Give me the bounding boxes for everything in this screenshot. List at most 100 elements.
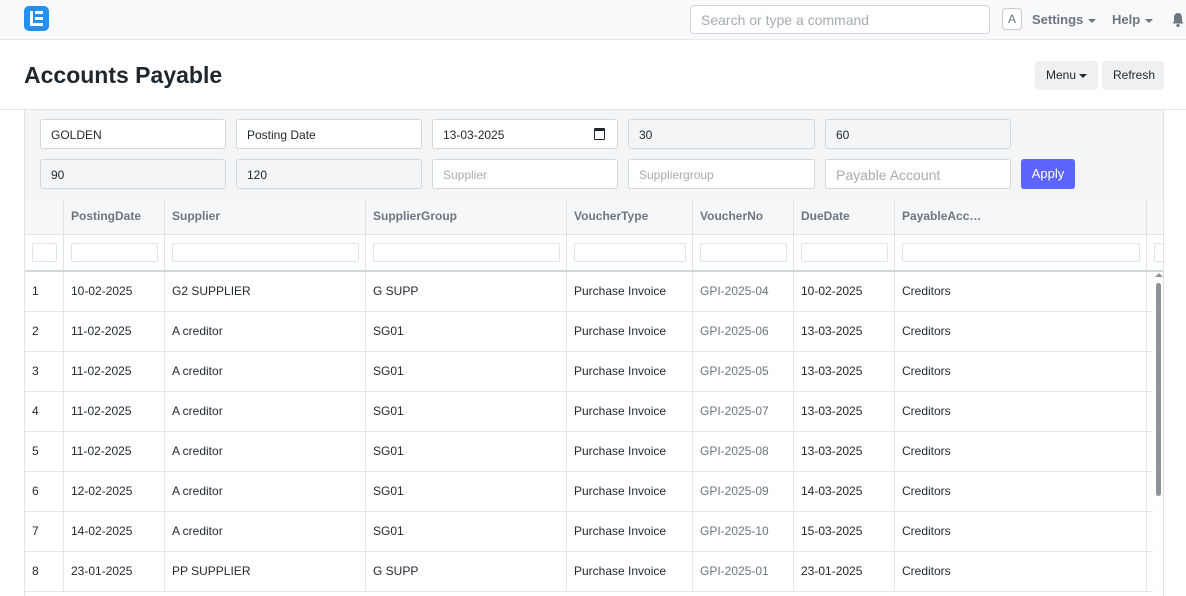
row-index: 7	[25, 512, 64, 552]
table-cell-due-date: 23-01-2025	[794, 552, 895, 592]
column-header-payable-account[interactable]: PayableAcc…	[895, 200, 1147, 235]
column-filter-voucher-no	[693, 235, 794, 270]
column-header-voucher-no[interactable]: VoucherNo	[693, 200, 794, 235]
header-checkbox-cell	[25, 200, 64, 235]
table-cell-voucher-type: Purchase Invoice	[567, 352, 693, 392]
column-header-posting-date[interactable]: PostingDate	[64, 200, 165, 235]
settings-label: Settings	[1032, 12, 1084, 27]
table-cell-posting-date: 23-01-2025	[64, 552, 165, 592]
table-cell-voucher-type: Purchase Invoice	[567, 472, 693, 512]
column-header-supplier[interactable]: Supplier	[165, 200, 366, 235]
table-cell-posting-date: 11-02-2025	[64, 432, 165, 472]
filter-input-extra[interactable]	[1154, 243, 1163, 262]
supplier-field[interactable]: Supplier	[432, 159, 618, 189]
refresh-button[interactable]: Refresh	[1102, 61, 1164, 90]
table-cell-payable-account: Creditors	[895, 352, 1147, 392]
table-cell-supplier: A creditor	[165, 432, 366, 472]
column-header-voucher-type[interactable]: VoucherType	[567, 200, 693, 235]
table-cell-supplier-group: G SUPP	[366, 272, 567, 312]
scrollbar-thumb[interactable]	[1156, 283, 1161, 496]
table-cell-voucher-no[interactable]: GPI-2025-01	[693, 552, 794, 592]
table-cell-supplier: A creditor	[165, 472, 366, 512]
table-cell-due-date: 15-03-2025	[794, 512, 895, 552]
settings-dropdown[interactable]: Settings	[1032, 12, 1097, 27]
filter-input-payable-account[interactable]	[902, 243, 1140, 262]
row-index: 6	[25, 472, 64, 512]
filter-input-posting-date[interactable]	[71, 243, 158, 262]
table-cell-supplier: A creditor	[165, 392, 366, 432]
range1-field[interactable]: 30	[628, 119, 815, 149]
filter-input-voucher-no[interactable]	[700, 243, 787, 262]
column-header-extra	[1147, 200, 1163, 235]
table-cell-voucher-type: Purchase Invoice	[567, 512, 693, 552]
filter-input-due-date[interactable]	[801, 243, 888, 262]
range4-field[interactable]: 120	[236, 159, 422, 189]
ageing-based-on-select[interactable]: Posting Date	[236, 119, 422, 149]
row-index: 5	[25, 432, 64, 472]
table-cell-voucher-no[interactable]: GPI-2025-07	[693, 392, 794, 432]
row-index: 8	[25, 552, 64, 592]
table-cell-voucher-type: Purchase Invoice	[567, 272, 693, 312]
table-cell-voucher-no[interactable]: GPI-2025-06	[693, 312, 794, 352]
table-cell-voucher-no[interactable]: GPI-2025-04	[693, 272, 794, 312]
table-cell-supplier-group: G SUPP	[366, 552, 567, 592]
column-filter-extra	[1147, 235, 1163, 270]
table-cell-payable-account: Creditors	[895, 552, 1147, 592]
row-index: 4	[25, 392, 64, 432]
table-cell-supplier-group: SG01	[366, 392, 567, 432]
row-index: 3	[25, 352, 64, 392]
table-cell-voucher-no[interactable]: GPI-2025-09	[693, 472, 794, 512]
page-title: Accounts Payable	[24, 62, 223, 88]
table-cell-voucher-no[interactable]: GPI-2025-05	[693, 352, 794, 392]
table-cell-voucher-type: Purchase Invoice	[567, 552, 693, 592]
column-filter-supplier-group	[366, 235, 567, 270]
filter-cell-index	[25, 235, 64, 270]
datatable: PostingDate Supplier SupplierGroup VoucherT…	[24, 200, 1164, 596]
range2-field[interactable]: 60	[825, 119, 1011, 149]
company-field[interactable]: GOLDEN	[40, 119, 226, 149]
row-index: 1	[25, 272, 64, 312]
table-cell-voucher-type: Purchase Invoice	[567, 392, 693, 432]
filter-input-supplier-group[interactable]	[373, 243, 560, 262]
range3-field[interactable]: 90	[40, 159, 226, 189]
chevron-down-icon	[1145, 18, 1154, 23]
table-cell-due-date: 13-03-2025	[794, 312, 895, 352]
filter-input-supplier[interactable]	[172, 243, 359, 262]
table-cell-voucher-no[interactable]: GPI-2025-08	[693, 432, 794, 472]
report-date-field[interactable]: 13-03-2025	[432, 119, 618, 149]
table-cell-due-date: 14-03-2025	[794, 472, 895, 512]
table-cell-supplier: G2 SUPPLIER	[165, 272, 366, 312]
column-filter-posting-date	[64, 235, 165, 270]
table-cell-payable-account: Creditors	[895, 392, 1147, 432]
app-logo-icon[interactable]	[24, 6, 49, 31]
report-date-value: 13-03-2025	[443, 128, 505, 142]
table-cell-payable-account: Creditors	[895, 512, 1147, 552]
scroll-up-icon[interactable]	[1155, 273, 1163, 277]
menu-label: Menu	[1046, 68, 1077, 82]
calendar-icon[interactable]	[594, 128, 605, 140]
column-header-due-date[interactable]: DueDate	[794, 200, 895, 235]
supplier-group-field[interactable]: Suppliergroup	[628, 159, 815, 189]
column-filter-payable-account	[895, 235, 1147, 270]
table-cell-posting-date: 11-02-2025	[64, 352, 165, 392]
table-cell-voucher-no[interactable]: GPI-2025-10	[693, 512, 794, 552]
bell-icon[interactable]	[1171, 12, 1185, 28]
filter-input-index[interactable]	[32, 243, 57, 262]
table-cell-due-date: 13-03-2025	[794, 392, 895, 432]
avatar[interactable]: A	[1002, 8, 1022, 30]
table-cell-due-date: 13-03-2025	[794, 352, 895, 392]
table-cell-posting-date: 11-02-2025	[64, 312, 165, 352]
apply-button[interactable]: Apply	[1021, 159, 1075, 189]
table-cell-voucher-type: Purchase Invoice	[567, 312, 693, 352]
row-index: 2	[25, 312, 64, 352]
column-header-supplier-group[interactable]: SupplierGroup	[366, 200, 567, 235]
payable-account-field[interactable]: Payable Account	[825, 159, 1011, 189]
table-cell-posting-date: 10-02-2025	[64, 272, 165, 312]
search-input[interactable]: Search or type a command	[690, 5, 990, 34]
table-cell-supplier-group: SG01	[366, 512, 567, 552]
navbar: Search or type a command A Settings Help	[0, 0, 1186, 40]
menu-button[interactable]: Menu	[1035, 61, 1099, 90]
filter-input-voucher-type[interactable]	[574, 243, 686, 262]
help-dropdown[interactable]: Help	[1112, 12, 1154, 27]
column-filter-due-date	[794, 235, 895, 270]
